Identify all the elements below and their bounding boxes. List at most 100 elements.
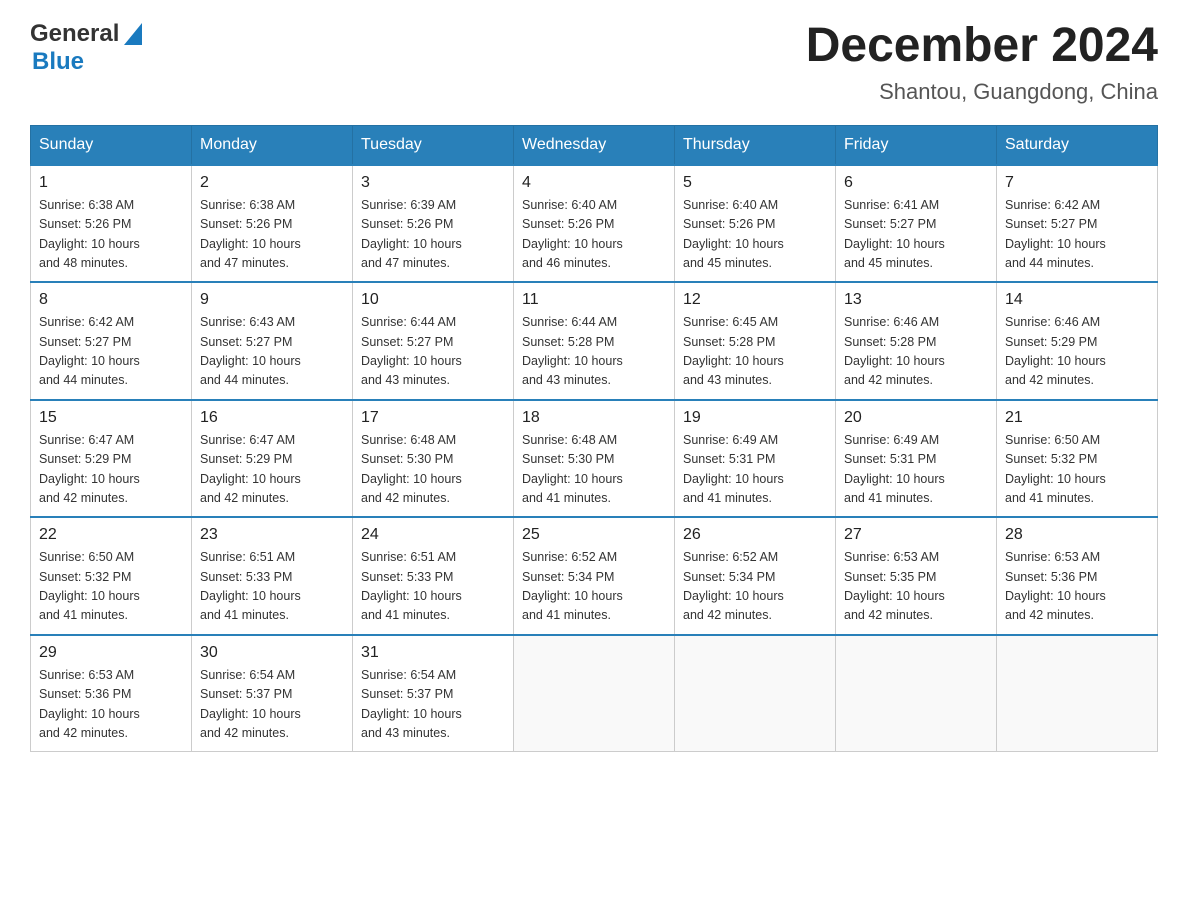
day-info: Sunrise: 6:54 AM Sunset: 5:37 PM Dayligh…: [361, 666, 505, 744]
col-header-sunday: Sunday: [31, 125, 192, 165]
calendar-cell: 7 Sunrise: 6:42 AM Sunset: 5:27 PM Dayli…: [997, 165, 1158, 283]
day-number: 21: [1005, 409, 1149, 427]
day-info: Sunrise: 6:53 AM Sunset: 5:35 PM Dayligh…: [844, 548, 988, 626]
day-info: Sunrise: 6:44 AM Sunset: 5:28 PM Dayligh…: [522, 313, 666, 391]
day-info: Sunrise: 6:54 AM Sunset: 5:37 PM Dayligh…: [200, 666, 344, 744]
calendar-week-2: 8 Sunrise: 6:42 AM Sunset: 5:27 PM Dayli…: [31, 282, 1158, 400]
day-number: 31: [361, 644, 505, 662]
calendar-cell: 25 Sunrise: 6:52 AM Sunset: 5:34 PM Dayl…: [514, 517, 675, 635]
calendar-cell: 20 Sunrise: 6:49 AM Sunset: 5:31 PM Dayl…: [836, 400, 997, 518]
calendar-header-row: SundayMondayTuesdayWednesdayThursdayFrid…: [31, 125, 1158, 165]
day-number: 24: [361, 526, 505, 544]
day-number: 1: [39, 174, 183, 192]
logo: General Blue: [30, 20, 142, 76]
day-number: 28: [1005, 526, 1149, 544]
col-header-wednesday: Wednesday: [514, 125, 675, 165]
day-number: 7: [1005, 174, 1149, 192]
calendar-cell: 3 Sunrise: 6:39 AM Sunset: 5:26 PM Dayli…: [353, 165, 514, 283]
day-info: Sunrise: 6:40 AM Sunset: 5:26 PM Dayligh…: [522, 196, 666, 274]
calendar-cell: 14 Sunrise: 6:46 AM Sunset: 5:29 PM Dayl…: [997, 282, 1158, 400]
calendar-week-4: 22 Sunrise: 6:50 AM Sunset: 5:32 PM Dayl…: [31, 517, 1158, 635]
logo-blue-text: Blue: [32, 48, 84, 75]
day-info: Sunrise: 6:42 AM Sunset: 5:27 PM Dayligh…: [39, 313, 183, 391]
day-number: 18: [522, 409, 666, 427]
calendar-cell: 6 Sunrise: 6:41 AM Sunset: 5:27 PM Dayli…: [836, 165, 997, 283]
day-info: Sunrise: 6:51 AM Sunset: 5:33 PM Dayligh…: [361, 548, 505, 626]
day-info: Sunrise: 6:45 AM Sunset: 5:28 PM Dayligh…: [683, 313, 827, 391]
day-info: Sunrise: 6:46 AM Sunset: 5:29 PM Dayligh…: [1005, 313, 1149, 391]
day-number: 4: [522, 174, 666, 192]
col-header-tuesday: Tuesday: [353, 125, 514, 165]
calendar-cell: 9 Sunrise: 6:43 AM Sunset: 5:27 PM Dayli…: [192, 282, 353, 400]
day-number: 22: [39, 526, 183, 544]
day-info: Sunrise: 6:48 AM Sunset: 5:30 PM Dayligh…: [361, 431, 505, 509]
calendar-cell: 26 Sunrise: 6:52 AM Sunset: 5:34 PM Dayl…: [675, 517, 836, 635]
calendar-cell: 30 Sunrise: 6:54 AM Sunset: 5:37 PM Dayl…: [192, 635, 353, 752]
day-number: 3: [361, 174, 505, 192]
day-number: 15: [39, 409, 183, 427]
calendar-cell: 27 Sunrise: 6:53 AM Sunset: 5:35 PM Dayl…: [836, 517, 997, 635]
day-number: 5: [683, 174, 827, 192]
day-number: 6: [844, 174, 988, 192]
col-header-monday: Monday: [192, 125, 353, 165]
calendar-week-3: 15 Sunrise: 6:47 AM Sunset: 5:29 PM Dayl…: [31, 400, 1158, 518]
day-number: 2: [200, 174, 344, 192]
day-number: 8: [39, 291, 183, 309]
day-info: Sunrise: 6:41 AM Sunset: 5:27 PM Dayligh…: [844, 196, 988, 274]
calendar-cell: 2 Sunrise: 6:38 AM Sunset: 5:26 PM Dayli…: [192, 165, 353, 283]
calendar-table: SundayMondayTuesdayWednesdayThursdayFrid…: [30, 125, 1158, 753]
calendar-cell: 16 Sunrise: 6:47 AM Sunset: 5:29 PM Dayl…: [192, 400, 353, 518]
day-number: 25: [522, 526, 666, 544]
day-info: Sunrise: 6:47 AM Sunset: 5:29 PM Dayligh…: [200, 431, 344, 509]
day-number: 12: [683, 291, 827, 309]
calendar-cell: [514, 635, 675, 752]
calendar-cell: 28 Sunrise: 6:53 AM Sunset: 5:36 PM Dayl…: [997, 517, 1158, 635]
day-number: 19: [683, 409, 827, 427]
day-number: 11: [522, 291, 666, 309]
calendar-cell: 24 Sunrise: 6:51 AM Sunset: 5:33 PM Dayl…: [353, 517, 514, 635]
day-info: Sunrise: 6:52 AM Sunset: 5:34 PM Dayligh…: [683, 548, 827, 626]
calendar-cell: [997, 635, 1158, 752]
day-info: Sunrise: 6:52 AM Sunset: 5:34 PM Dayligh…: [522, 548, 666, 626]
calendar-cell: 19 Sunrise: 6:49 AM Sunset: 5:31 PM Dayl…: [675, 400, 836, 518]
calendar-week-5: 29 Sunrise: 6:53 AM Sunset: 5:36 PM Dayl…: [31, 635, 1158, 752]
col-header-friday: Friday: [836, 125, 997, 165]
day-info: Sunrise: 6:38 AM Sunset: 5:26 PM Dayligh…: [39, 196, 183, 274]
calendar-cell: 22 Sunrise: 6:50 AM Sunset: 5:32 PM Dayl…: [31, 517, 192, 635]
day-number: 10: [361, 291, 505, 309]
col-header-saturday: Saturday: [997, 125, 1158, 165]
day-info: Sunrise: 6:44 AM Sunset: 5:27 PM Dayligh…: [361, 313, 505, 391]
day-number: 26: [683, 526, 827, 544]
col-header-thursday: Thursday: [675, 125, 836, 165]
logo-arrow-icon: [124, 23, 142, 45]
calendar-cell: [675, 635, 836, 752]
calendar-subtitle: Shantou, Guangdong, China: [806, 79, 1158, 105]
calendar-week-1: 1 Sunrise: 6:38 AM Sunset: 5:26 PM Dayli…: [31, 165, 1158, 283]
calendar-cell: 12 Sunrise: 6:45 AM Sunset: 5:28 PM Dayl…: [675, 282, 836, 400]
day-info: Sunrise: 6:48 AM Sunset: 5:30 PM Dayligh…: [522, 431, 666, 509]
calendar-cell: 17 Sunrise: 6:48 AM Sunset: 5:30 PM Dayl…: [353, 400, 514, 518]
day-number: 29: [39, 644, 183, 662]
calendar-cell: 5 Sunrise: 6:40 AM Sunset: 5:26 PM Dayli…: [675, 165, 836, 283]
day-info: Sunrise: 6:50 AM Sunset: 5:32 PM Dayligh…: [1005, 431, 1149, 509]
day-info: Sunrise: 6:51 AM Sunset: 5:33 PM Dayligh…: [200, 548, 344, 626]
calendar-cell: 13 Sunrise: 6:46 AM Sunset: 5:28 PM Dayl…: [836, 282, 997, 400]
calendar-cell: 10 Sunrise: 6:44 AM Sunset: 5:27 PM Dayl…: [353, 282, 514, 400]
day-info: Sunrise: 6:53 AM Sunset: 5:36 PM Dayligh…: [1005, 548, 1149, 626]
day-info: Sunrise: 6:39 AM Sunset: 5:26 PM Dayligh…: [361, 196, 505, 274]
calendar-cell: 4 Sunrise: 6:40 AM Sunset: 5:26 PM Dayli…: [514, 165, 675, 283]
calendar-cell: 31 Sunrise: 6:54 AM Sunset: 5:37 PM Dayl…: [353, 635, 514, 752]
day-info: Sunrise: 6:43 AM Sunset: 5:27 PM Dayligh…: [200, 313, 344, 391]
day-info: Sunrise: 6:49 AM Sunset: 5:31 PM Dayligh…: [683, 431, 827, 509]
day-info: Sunrise: 6:46 AM Sunset: 5:28 PM Dayligh…: [844, 313, 988, 391]
page-header: General Blue December 2024 Shantou, Guan…: [30, 20, 1158, 105]
logo-general-text: General: [30, 20, 119, 48]
calendar-cell: 21 Sunrise: 6:50 AM Sunset: 5:32 PM Dayl…: [997, 400, 1158, 518]
day-number: 13: [844, 291, 988, 309]
day-number: 16: [200, 409, 344, 427]
calendar-cell: 18 Sunrise: 6:48 AM Sunset: 5:30 PM Dayl…: [514, 400, 675, 518]
day-number: 27: [844, 526, 988, 544]
day-info: Sunrise: 6:40 AM Sunset: 5:26 PM Dayligh…: [683, 196, 827, 274]
day-number: 20: [844, 409, 988, 427]
day-info: Sunrise: 6:42 AM Sunset: 5:27 PM Dayligh…: [1005, 196, 1149, 274]
